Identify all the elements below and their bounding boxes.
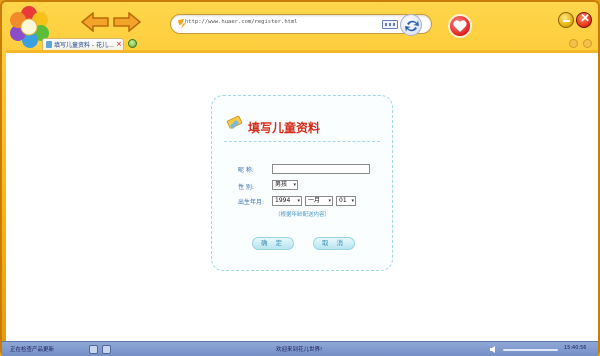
year-value: 1994 — [275, 197, 291, 204]
chevron-down-icon: ▾ — [297, 198, 300, 204]
cancel-button[interactable]: 取 消 — [313, 237, 355, 250]
refresh-icon — [405, 20, 419, 32]
forward-arrow-icon[interactable] — [112, 12, 142, 32]
chevron-down-icon: ▾ — [328, 198, 331, 204]
pencil-icon — [227, 115, 243, 129]
new-tab-button[interactable] — [128, 39, 137, 48]
confirm-button[interactable]: 确 定 — [252, 237, 294, 250]
page-title: 填写儿童资料 — [248, 121, 321, 135]
tab-close-icon[interactable]: × — [116, 39, 122, 49]
sex-select[interactable]: 男孩 ▾ — [272, 180, 298, 190]
title-bar: http://www.huaer.com/register.html — [2, 2, 598, 48]
clock: 15:40:56 — [564, 345, 587, 351]
volume-slider[interactable] — [503, 349, 558, 351]
month-value: 一月 — [308, 197, 321, 204]
settings-icon[interactable] — [102, 345, 111, 354]
chevron-down-icon: ▾ — [293, 182, 296, 188]
volume-icon[interactable] — [489, 345, 498, 354]
address-text: http://www.huaer.com/register.html — [185, 19, 298, 25]
sex-label: 性 别: — [238, 184, 254, 191]
tab-register[interactable]: 填写儿童资料 - 花儿… × — [42, 38, 124, 50]
minimize-button[interactable] — [558, 12, 574, 28]
divider — [224, 141, 380, 142]
close-window-button[interactable] — [576, 12, 592, 28]
page-content: 填写儿童资料 昵 称: 性 别: 男孩 ▾ 出生年月: 1994 ▾ 一月 ▾ … — [6, 50, 598, 342]
home-icon[interactable] — [89, 345, 98, 354]
heart-icon — [453, 20, 467, 32]
keyboard-icon[interactable] — [382, 20, 398, 29]
chevron-down-icon: ▾ — [351, 198, 354, 204]
sex-value: 男孩 — [275, 181, 288, 188]
tab-label: 填写儿童资料 - 花儿… — [54, 42, 114, 49]
refresh-button[interactable] — [400, 14, 422, 36]
day-select[interactable]: 01 ▾ — [336, 196, 356, 206]
browser-window: http://www.huaer.com/register.html 填写儿童资… — [0, 0, 600, 356]
nickname-label: 昵 称: — [238, 167, 254, 174]
status-text: 正在检查产品更新 — [10, 347, 55, 353]
favorite-button[interactable] — [448, 14, 472, 38]
welcome-text: 欢迎来到花儿世界! — [276, 347, 323, 353]
tab-scroll-right-button[interactable] — [583, 39, 592, 48]
address-bar[interactable]: http://www.huaer.com/register.html — [170, 14, 432, 34]
year-select[interactable]: 1994 ▾ — [272, 196, 302, 206]
register-card: 填写儿童资料 昵 称: 性 别: 男孩 ▾ 出生年月: 1994 ▾ 一月 ▾ … — [211, 95, 393, 271]
day-value: 01 — [339, 197, 347, 204]
tab-scroll-left-button[interactable] — [569, 39, 578, 48]
age-hint: （根据年龄配送内容） — [275, 212, 331, 218]
status-bar: 正在检查产品更新 欢迎来到花儿世界! 15:40:56 — [2, 341, 598, 356]
birth-label: 出生年月: — [238, 199, 265, 206]
tab-bar: 填写儿童资料 - 花儿… × — [42, 38, 598, 50]
month-select[interactable]: 一月 ▾ — [305, 196, 333, 206]
page-icon — [46, 41, 52, 48]
back-arrow-icon[interactable] — [80, 12, 110, 32]
nickname-input[interactable] — [272, 164, 370, 174]
